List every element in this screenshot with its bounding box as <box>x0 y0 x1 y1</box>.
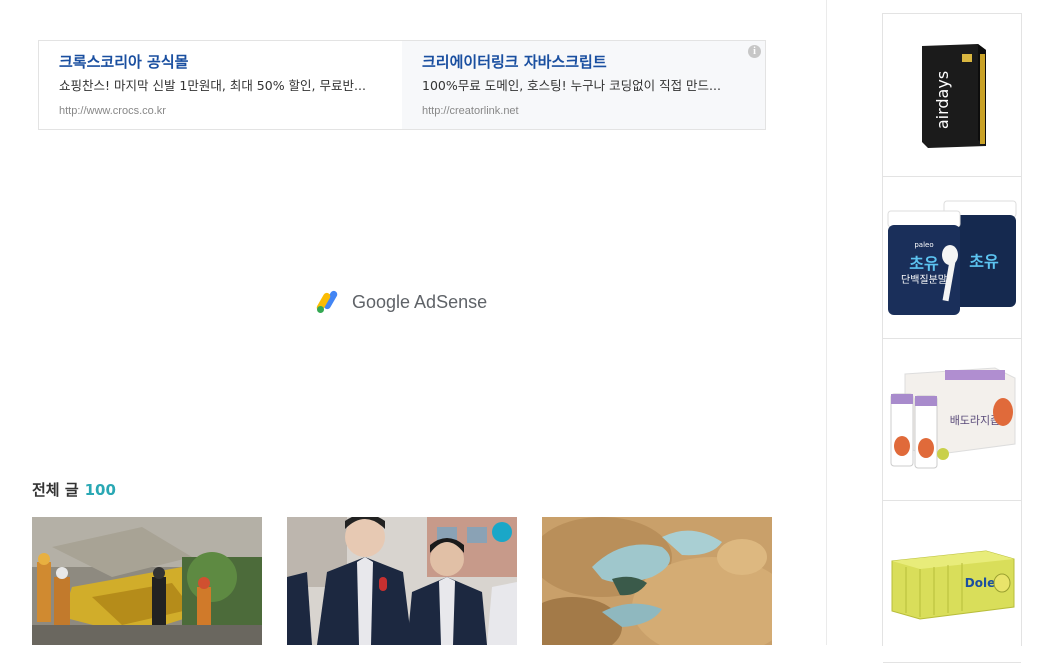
ad-description[interactable]: 쇼핑찬스! 마지막 신발 1만원대, 최대 50% 할인, 무료반... <box>59 77 382 95</box>
ad-title[interactable]: 크록스코리아 공식몰 <box>59 51 382 73</box>
paleo-brand-text: paleo <box>914 241 933 249</box>
dole-brand-text: Dole <box>965 576 995 590</box>
dole-juice-pack-icon: Dole <box>891 550 1015 620</box>
airdays-box-text: airdays <box>933 71 952 129</box>
adsense-placeholder: Google AdSense <box>316 289 487 315</box>
colostrum-label: 초유 <box>909 254 939 273</box>
main-content: 크록스코리아 공식몰 쇼핑찬스! 마지막 신발 1만원대, 최대 50% 할인,… <box>0 0 826 645</box>
ad-url[interactable]: http://www.crocs.co.kr <box>59 105 382 117</box>
ad-item-crocs[interactable]: 크록스코리아 공식몰 쇼핑찬스! 마지막 신발 1만원대, 최대 50% 할인,… <box>39 41 402 129</box>
airdays-box-icon: airdays <box>922 44 986 148</box>
food-closeup-photo <box>542 517 772 645</box>
ad-title[interactable]: 크리에이터링크 자바스크립트 <box>422 51 745 73</box>
paleo-colostrum-jars-icon: paleo 초유 단백질분말 초유 <box>887 200 1017 315</box>
adsense-label: Google AdSense <box>352 291 488 312</box>
ad-item-creatorlink[interactable]: 크리에이터링크 자바스크립트 100%무료 도메인, 호스팅! 누구나 코딩없이… <box>402 41 765 129</box>
product-dole-juice[interactable]: Dole <box>883 500 1021 663</box>
post-thumbnail-food[interactable] <box>542 517 772 645</box>
post-thumbnail-rescue[interactable] <box>32 517 262 645</box>
post-count: 100 <box>84 481 116 499</box>
section-title-text: 전체 글 <box>32 481 79 499</box>
ad-description[interactable]: 100%무료 도메인, 호스팅! 누구나 코딩없이 직접 만드... <box>422 77 745 95</box>
colostrum-sub-label: 단백질분말 <box>901 274 947 286</box>
students-uniform-photo <box>287 517 517 645</box>
product-ad-sidebar: airdays paleo 초유 단백질분말 초유 배도라지즙 Dole <box>882 13 1022 663</box>
ad-url[interactable]: http://creatorlink.net <box>422 105 745 117</box>
product-airdays[interactable]: airdays <box>883 14 1021 177</box>
text-ad-box: 크록스코리아 공식몰 쇼핑찬스! 마지막 신발 1만원대, 최대 50% 할인,… <box>38 40 766 130</box>
collapse-rescue-photo <box>32 517 262 645</box>
section-title: 전체 글 100 <box>32 479 116 500</box>
ad-info-icon[interactable]: i <box>748 45 761 58</box>
bellflower-juice-box-icon: 배도라지즙 <box>890 367 1016 469</box>
product-paleo-colostrum[interactable]: paleo 초유 단백질분말 초유 <box>883 176 1021 339</box>
svg-text:초유: 초유 <box>969 252 999 271</box>
column-divider <box>826 0 827 645</box>
bellflower-label: 배도라지즙 <box>950 414 1001 427</box>
google-adsense-logo-icon <box>316 290 338 313</box>
product-bellflower-juice[interactable]: 배도라지즙 <box>883 338 1021 501</box>
post-thumbnail-students[interactable] <box>287 517 517 645</box>
